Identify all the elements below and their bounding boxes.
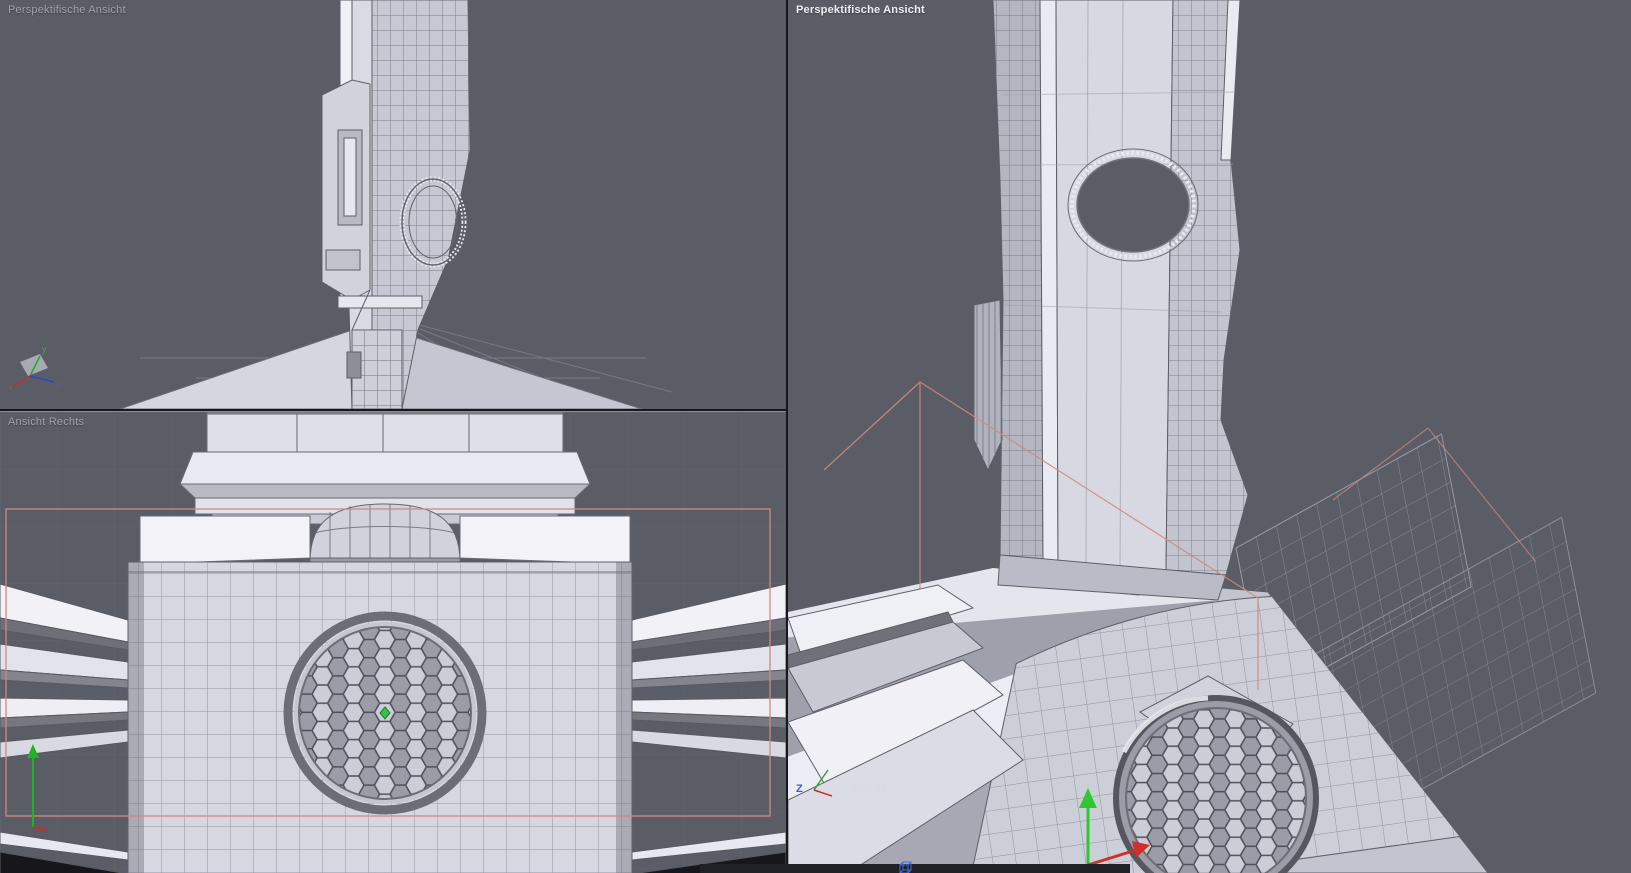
axis-z-label: Z (796, 783, 803, 795)
tower-model (973, 0, 1249, 601)
axis-y-label: y (42, 344, 47, 354)
cube-icon[interactable] (898, 860, 914, 873)
axis-x-label: x (8, 382, 13, 392)
viewport-canvas-right-view[interactable] (0, 412, 786, 873)
viewport-canvas-perspective-top[interactable]: x y z (0, 0, 786, 409)
viewport-label: Perspektifische Ansicht (8, 4, 126, 16)
viewport-label: Ansicht Rechts (8, 416, 85, 428)
coordinate-readout: 000-00 (852, 783, 887, 795)
hex-window (283, 611, 487, 815)
viewport-perspective-top[interactable]: Perspektifische Ansicht x y z (0, 0, 786, 409)
viewport-perspective-main[interactable]: Perspektifische Ansicht 000-00 Z (788, 0, 1631, 873)
3d-editor-window: Perspektifische Ansicht x y z Ansicht Re… (0, 0, 1631, 873)
axis-z-label: z (56, 380, 61, 390)
viewport-canvas-perspective-main[interactable]: Z (788, 0, 1631, 873)
viewport-right-view[interactable]: Ansicht Rechts (0, 411, 786, 873)
bottom-panel-splitter[interactable] (700, 861, 1130, 873)
viewport-label: Perspektifische Ansicht (796, 4, 925, 16)
